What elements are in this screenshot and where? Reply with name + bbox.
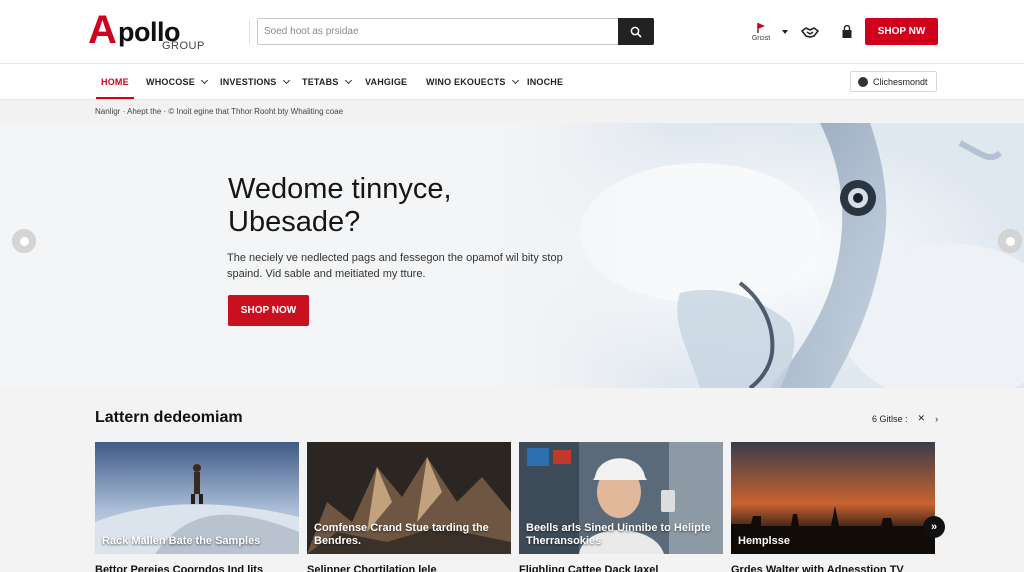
location-icon [858,77,868,87]
store-locator-button[interactable]: Grcist [748,18,774,46]
nav-item-wino-ekouects[interactable]: WINO EKOUECTS [426,64,519,99]
nav-item-tetabs[interactable]: TETABS [302,64,352,99]
chevron-down-icon [511,76,519,84]
search-button[interactable] [618,18,654,45]
nav-item-label: WHOCOSE [146,76,195,87]
article-card[interactable]: Comfense Crand Stue tarding the Bendres. [307,442,511,554]
article-card[interactable]: Rack Mallen Bate the Samples [95,442,299,554]
cart-button[interactable] [840,18,854,46]
search-icon [630,26,642,38]
card-subtitle[interactable]: Grdes Walter with Adnesstion TV [731,564,904,572]
chevron-down-icon [282,76,290,84]
nav-right-label: Clichesmondt [873,76,928,87]
nav-item-label: INOCHE [527,76,564,87]
bag-icon [842,25,852,38]
header-divider [249,20,250,44]
nav-item-label: INVESTIONS [220,76,277,87]
card-subtitle[interactable]: Bettor Pereies Coorndos Ind lits [95,564,263,572]
search-box [257,18,654,45]
filter-label[interactable]: 6 Gitlse : [872,414,908,424]
nav-item-vahgige[interactable]: VAHGIGE [365,64,407,99]
hero-title-line: Wedome tinnyce, [228,173,452,205]
search-input[interactable] [258,19,619,44]
nav-item-label: TETABS [302,76,339,87]
close-icon[interactable]: ✕ [918,413,926,424]
nav-item-label: VAHGIGE [365,76,408,87]
section-title: Lattern dedeomiam [95,409,243,426]
flag-icon [757,23,765,33]
logo-subtitle: GROUP [162,40,205,52]
hero-title-line: Ubesade? [228,206,361,238]
nav-right-button[interactable]: Clichesmondt [850,71,937,92]
card-subtitle[interactable]: Flighling Cattee Dack Iaxel [519,564,658,572]
circle-icon [1005,236,1015,246]
circle-icon [19,236,29,246]
hero-title: Wedome tinnyce, Ubesade? [228,173,548,239]
carousel-next-button[interactable] [998,229,1022,253]
latest-section: Lattern dedeomiam 6 Gitlse : ✕ › Rack Ma… [0,388,1024,572]
section-controls: 6 Gitlse : ✕ › [872,413,938,424]
breadcrumb: Nanligr · Ahept the · © Inoit egine that… [0,100,1024,123]
hero-description: The neciely ve nedlected pags and fesseg… [227,252,563,280]
article-card[interactable]: Beells arls Sined Uinnibe to Helipte The… [519,442,723,554]
chevron-down-icon [344,76,352,84]
double-chevron-right-icon: » [930,521,938,533]
nav-item-inoche[interactable]: INOCHE [527,64,563,99]
caret-down-icon [782,30,788,34]
nav-item-home[interactable]: HOME [96,64,134,99]
hero-shop-now-button[interactable]: SHOP NOW [228,295,309,326]
next-icon[interactable]: › [935,414,938,424]
nav-item-investions[interactable]: INVESTIONS [220,64,290,99]
cards-next-button[interactable]: » [923,516,945,538]
hero-banner: Wedome tinnyce, Ubesade? The neciely ve … [0,123,1024,388]
card-caption: Hemplsse [738,535,790,547]
nav-item-label: HOME [101,76,129,87]
logo-letter: A [88,8,117,52]
carousel-prev-button[interactable] [12,229,36,253]
card-caption: Beells arls Sined Uinnibe to Helipte The… [526,522,711,547]
card-subtitle[interactable]: Selinner Chortilation lele [307,564,437,572]
handshake-icon [801,27,819,38]
card-caption: Comfense Crand Stue tarding the Bendres. [314,522,489,547]
store-label: Grcist [751,35,771,42]
brand-logo[interactable]: A pollo GROUP [88,10,218,54]
store-dropdown[interactable] [780,18,790,46]
shop-now-header-button[interactable]: SHOP NW [865,18,938,45]
card-caption: Rack Mallen Bate the Samples [102,535,261,547]
chevron-down-icon [200,76,208,84]
nav-item-label: WINO EKOUECTS [426,76,506,87]
article-card[interactable]: Hemplsse [731,442,935,554]
account-button[interactable] [799,18,821,46]
nav-item-whocose[interactable]: WHOCOSE [146,64,208,99]
header-bar: A pollo GROUP Grcist SHO [0,0,1024,64]
